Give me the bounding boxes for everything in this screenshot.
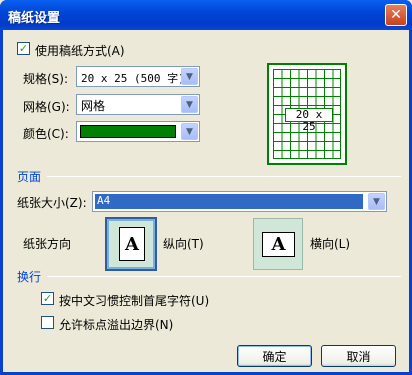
use-manuscript-checkbox[interactable]: ✓ bbox=[17, 42, 30, 55]
chinese-rules-label[interactable]: 按中文习惯控制首尾字符(U) bbox=[59, 292, 209, 309]
portrait-button[interactable]: A bbox=[105, 217, 157, 271]
punct-overflow-label[interactable]: 允许标点溢出边界(N) bbox=[59, 316, 173, 333]
portrait-label[interactable]: 纵向(T) bbox=[163, 235, 204, 252]
paper-size-select[interactable]: A4 ▼ bbox=[92, 191, 387, 212]
grid-value: 网格 bbox=[81, 99, 106, 113]
chevron-down-icon[interactable]: ▼ bbox=[368, 193, 385, 210]
grid-preview: 20 x 25 bbox=[267, 63, 347, 165]
preview-grid-text: 20 x 25 bbox=[285, 108, 333, 133]
close-button[interactable]: ✕ bbox=[385, 4, 407, 26]
cancel-label: 取消 bbox=[346, 349, 371, 364]
portrait-page-icon: A bbox=[119, 227, 145, 261]
check-icon: ✓ bbox=[18, 42, 29, 55]
landscape-label[interactable]: 横向(L) bbox=[310, 235, 350, 252]
paper-size-value: A4 bbox=[97, 194, 111, 207]
grid-label: 网格(G): bbox=[23, 100, 70, 114]
check-icon: ✓ bbox=[42, 292, 53, 305]
selection-highlight bbox=[95, 194, 363, 209]
chevron-down-icon[interactable]: ▼ bbox=[181, 68, 198, 85]
section-divider bbox=[47, 276, 401, 277]
use-manuscript-label[interactable]: 使用稿纸方式(A) bbox=[35, 42, 125, 59]
grid-select[interactable]: 网格 ▼ bbox=[76, 94, 200, 115]
wrap-section-title: 换行 bbox=[17, 270, 42, 284]
ok-label: 确定 bbox=[262, 349, 287, 364]
color-label: 颜色(C): bbox=[23, 127, 69, 141]
chinese-rules-checkbox[interactable]: ✓ bbox=[41, 292, 54, 305]
section-divider bbox=[47, 176, 401, 177]
dialog-body: ✓ 使用稿纸方式(A) 规格(S): 20 x 25 (500 字) ▼ 网格(… bbox=[3, 30, 409, 372]
dialog-title: 稿纸设置 bbox=[8, 11, 61, 26]
color-swatch bbox=[80, 125, 176, 138]
color-select[interactable]: ▼ bbox=[76, 121, 200, 142]
spec-select[interactable]: 20 x 25 (500 字) ▼ bbox=[76, 66, 200, 87]
spec-label: 规格(S): bbox=[23, 72, 69, 86]
punct-overflow-checkbox[interactable] bbox=[41, 316, 54, 329]
landscape-button[interactable]: A bbox=[253, 218, 303, 270]
spec-value: 20 x 25 (500 字) bbox=[81, 72, 185, 85]
ok-button[interactable]: 确定 bbox=[237, 345, 312, 367]
title-bar[interactable]: 稿纸设置 ✕ bbox=[0, 0, 412, 30]
chevron-down-icon[interactable]: ▼ bbox=[181, 96, 198, 113]
orientation-label: 纸张方向 bbox=[23, 237, 72, 251]
page-section-title: 页面 bbox=[17, 170, 42, 184]
dialog-window: 稿纸设置 ✕ ✓ 使用稿纸方式(A) 规格(S): 20 x 25 (500 字… bbox=[0, 0, 412, 375]
landscape-page-icon: A bbox=[262, 232, 295, 257]
cancel-button[interactable]: 取消 bbox=[321, 345, 396, 367]
paper-size-label: 纸张大小(Z): bbox=[17, 196, 87, 210]
close-icon: ✕ bbox=[390, 7, 402, 23]
chevron-down-icon[interactable]: ▼ bbox=[181, 123, 198, 140]
